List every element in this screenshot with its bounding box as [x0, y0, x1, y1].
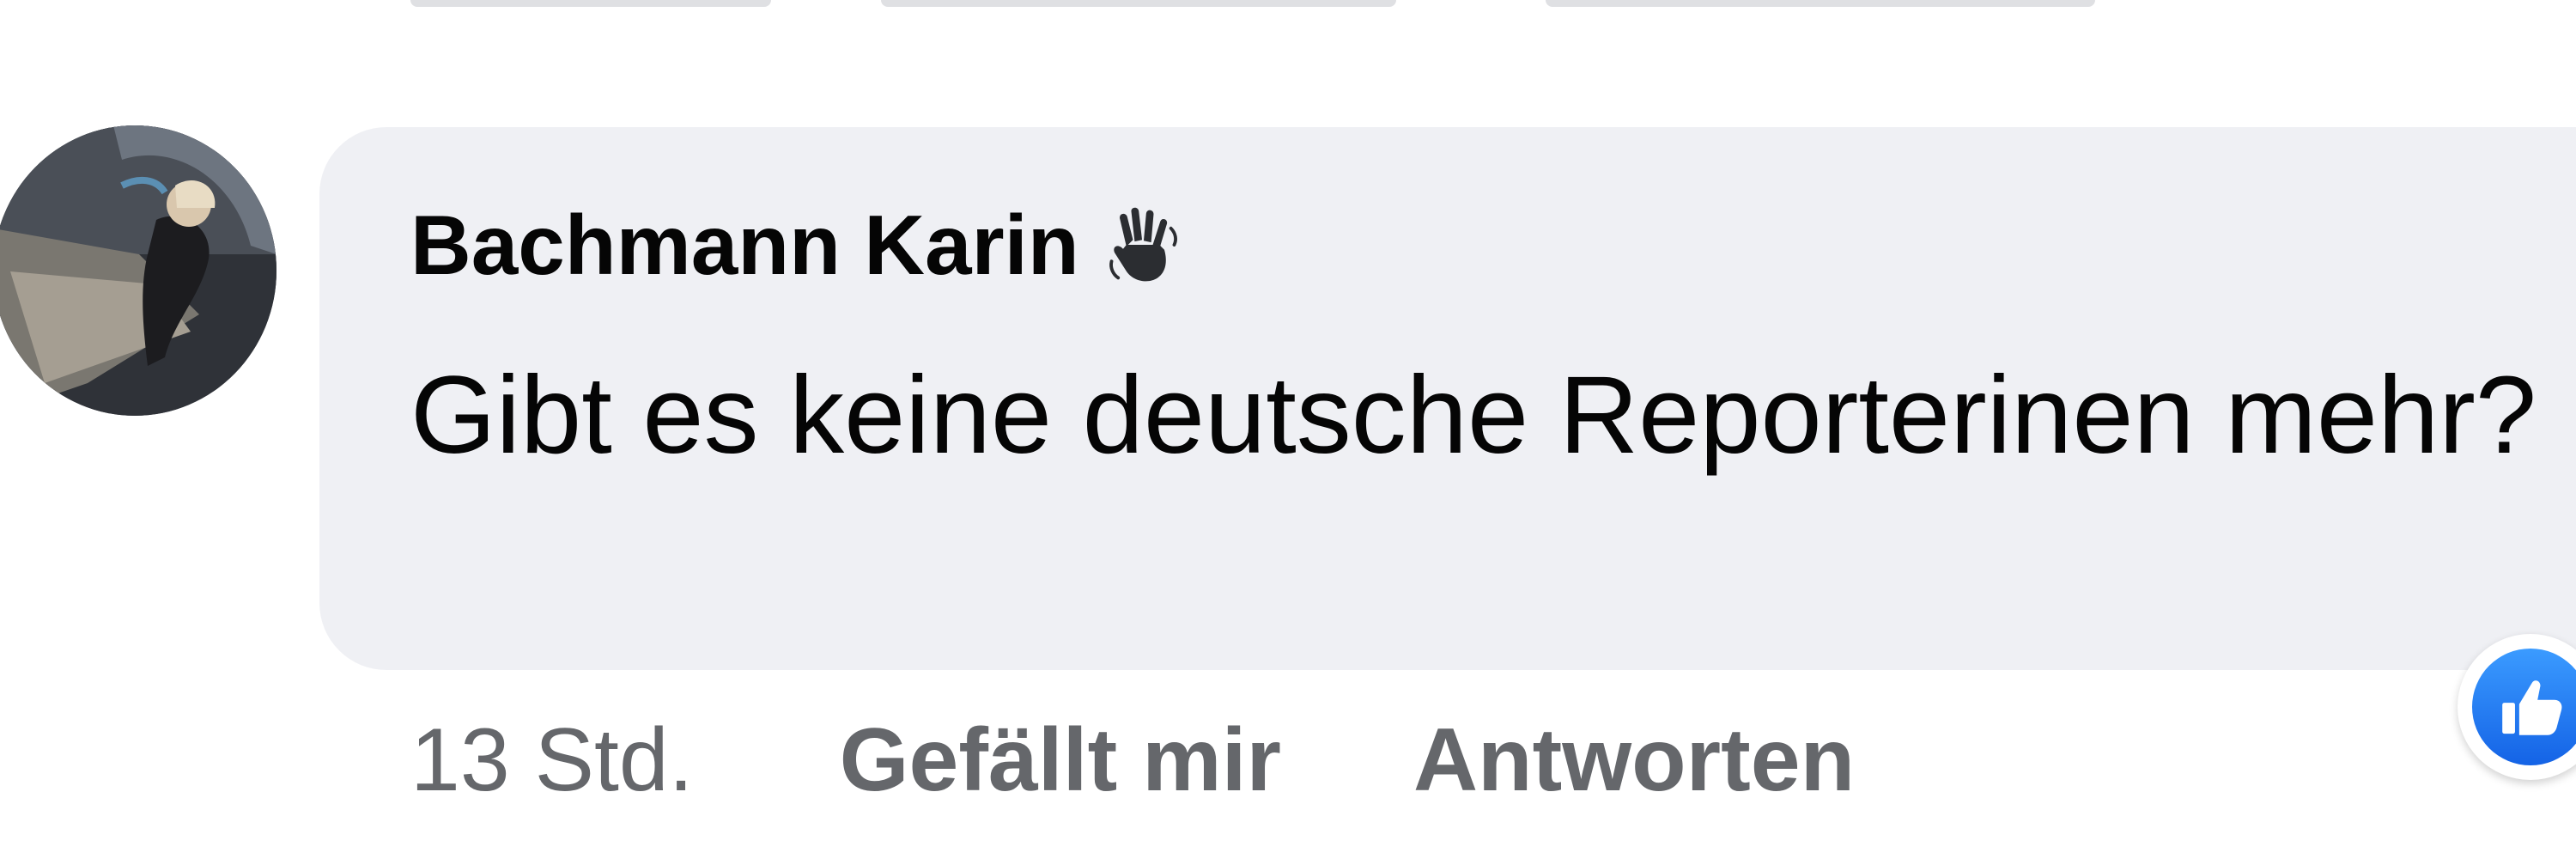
avatar[interactable] [0, 125, 276, 416]
comment-actions: 13 Std. Gefällt mir Antworten [410, 704, 1855, 816]
like-reaction-circle [2472, 649, 2576, 765]
previous-action-row-fragment [410, 0, 771, 7]
like-button[interactable]: Gefällt mir [840, 716, 1281, 805]
comment-author-row: Bachmann Karin [410, 198, 1184, 292]
waving-hand-icon [1102, 204, 1184, 286]
previous-action-row-fragment [1546, 0, 2095, 7]
avatar-photo [0, 125, 276, 416]
previous-action-row-fragment [881, 0, 1396, 7]
comment-timestamp[interactable]: 13 Std. [410, 716, 694, 805]
comment-text: Gibt es keine deutsche Reporterinen mehr… [410, 354, 2537, 477]
comment-author-name[interactable]: Bachmann Karin [410, 203, 1079, 287]
reply-button[interactable]: Antworten [1413, 716, 1855, 805]
thumbs-up-icon [2502, 680, 2562, 735]
